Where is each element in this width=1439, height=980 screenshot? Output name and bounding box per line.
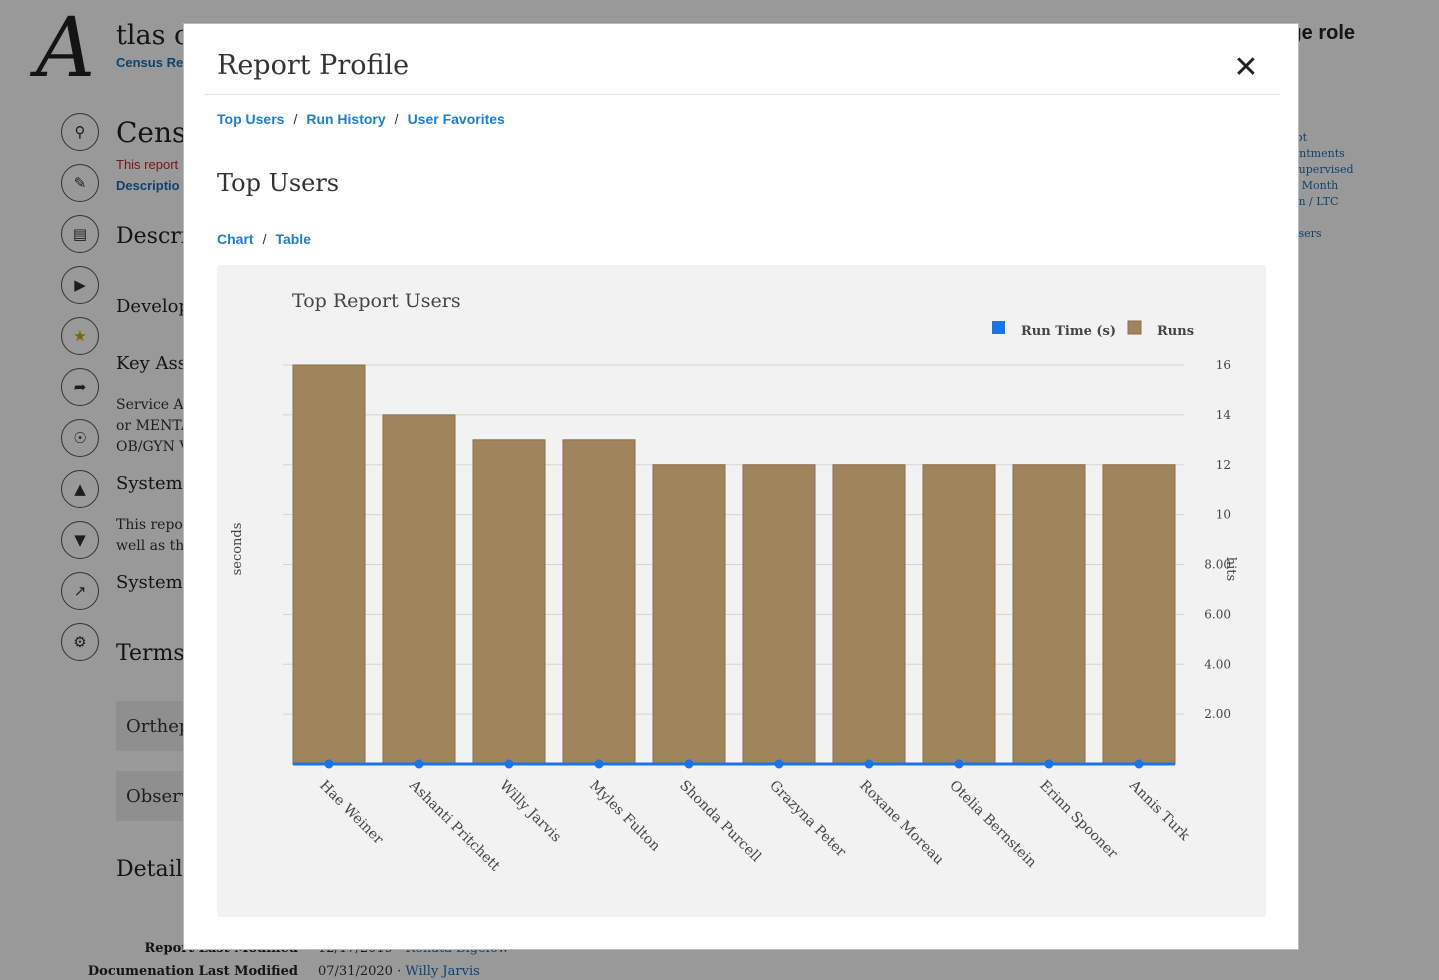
bar bbox=[742, 464, 816, 765]
category-label: Grazyna Peter bbox=[766, 778, 849, 861]
line-point bbox=[324, 759, 334, 769]
category-label: Erinn Spooner bbox=[1036, 778, 1121, 863]
y-tick-label: 14 bbox=[1216, 408, 1232, 422]
chart-panel: Top Report Users Run Time (s) Runs 2.00 4… bbox=[217, 265, 1266, 917]
line-point bbox=[864, 759, 874, 769]
bar bbox=[562, 439, 636, 765]
category-label: Annis Turk bbox=[1125, 777, 1192, 844]
tab-chart[interactable]: Chart bbox=[217, 231, 254, 247]
close-icon[interactable]: ✕ bbox=[1232, 53, 1260, 83]
top-users-chart: Top Report Users Run Time (s) Runs 2.00 4… bbox=[230, 290, 1238, 875]
category-label: Ashanti Pritchett bbox=[405, 777, 503, 875]
report-profile-modal: Report Profile ✕ Top Users / Run History / U… bbox=[183, 23, 1299, 950]
category-label: Otelia Bernstein bbox=[946, 778, 1039, 871]
y-axis-right-title: hits bbox=[1223, 557, 1238, 581]
line-point bbox=[414, 759, 424, 769]
legend-swatch-runtime[interactable] bbox=[992, 321, 1005, 334]
modal-divider bbox=[204, 94, 1280, 95]
y-tick-label: 2.00 bbox=[1204, 707, 1231, 721]
y-axis-left-title: seconds bbox=[230, 523, 245, 576]
y-tick-label: 12 bbox=[1216, 458, 1231, 472]
profile-tabs: Top Users / Run History / User Favorites bbox=[217, 111, 505, 127]
modal-title: Report Profile bbox=[217, 50, 410, 81]
category-label: Hae Weiner bbox=[316, 778, 386, 848]
legend-label-runs[interactable]: Runs bbox=[1157, 324, 1194, 339]
right-axis-ticks: 2.004.006.008.0010121416 bbox=[1204, 358, 1231, 721]
legend-swatch-runs[interactable] bbox=[1127, 320, 1142, 335]
line-point bbox=[594, 759, 604, 769]
line-point bbox=[1044, 759, 1054, 769]
chart-title: Top Report Users bbox=[292, 290, 461, 312]
view-tabs: Chart / Table bbox=[217, 231, 311, 247]
bar bbox=[652, 464, 726, 765]
chart-legend: Run Time (s) Runs bbox=[992, 320, 1194, 339]
bar bbox=[292, 364, 366, 765]
category-label: Myles Fulton bbox=[586, 778, 663, 855]
line-point bbox=[684, 759, 694, 769]
section-title: Top Users bbox=[217, 169, 340, 197]
bar bbox=[1102, 464, 1176, 765]
category-label: Shonda Purcell bbox=[676, 778, 764, 866]
y-tick-label: 6.00 bbox=[1204, 607, 1231, 621]
bar bbox=[382, 414, 456, 765]
tab-user-favorites[interactable]: User Favorites bbox=[408, 111, 505, 127]
legend-label-runtime[interactable]: Run Time (s) bbox=[1021, 324, 1116, 339]
tab-top-users[interactable]: Top Users bbox=[217, 111, 284, 127]
y-tick-label: 16 bbox=[1216, 358, 1231, 372]
category-label: Roxane Moreau bbox=[856, 778, 947, 869]
y-tick-label: 10 bbox=[1216, 508, 1231, 522]
line-point bbox=[954, 759, 964, 769]
bar bbox=[922, 464, 996, 765]
bar bbox=[832, 464, 906, 765]
line-point bbox=[1134, 759, 1144, 769]
category-label: Willy Jarvis bbox=[496, 778, 564, 846]
bar bbox=[1012, 464, 1086, 765]
line-point bbox=[774, 759, 784, 769]
tab-table[interactable]: Table bbox=[275, 231, 311, 247]
bar bbox=[472, 439, 546, 765]
y-tick-label: 4.00 bbox=[1204, 657, 1231, 671]
category-labels: Hae Weiner Ashanti PritchettWilly Jarvis M… bbox=[316, 777, 1193, 875]
tab-run-history[interactable]: Run History bbox=[306, 111, 385, 127]
line-point bbox=[504, 759, 514, 769]
